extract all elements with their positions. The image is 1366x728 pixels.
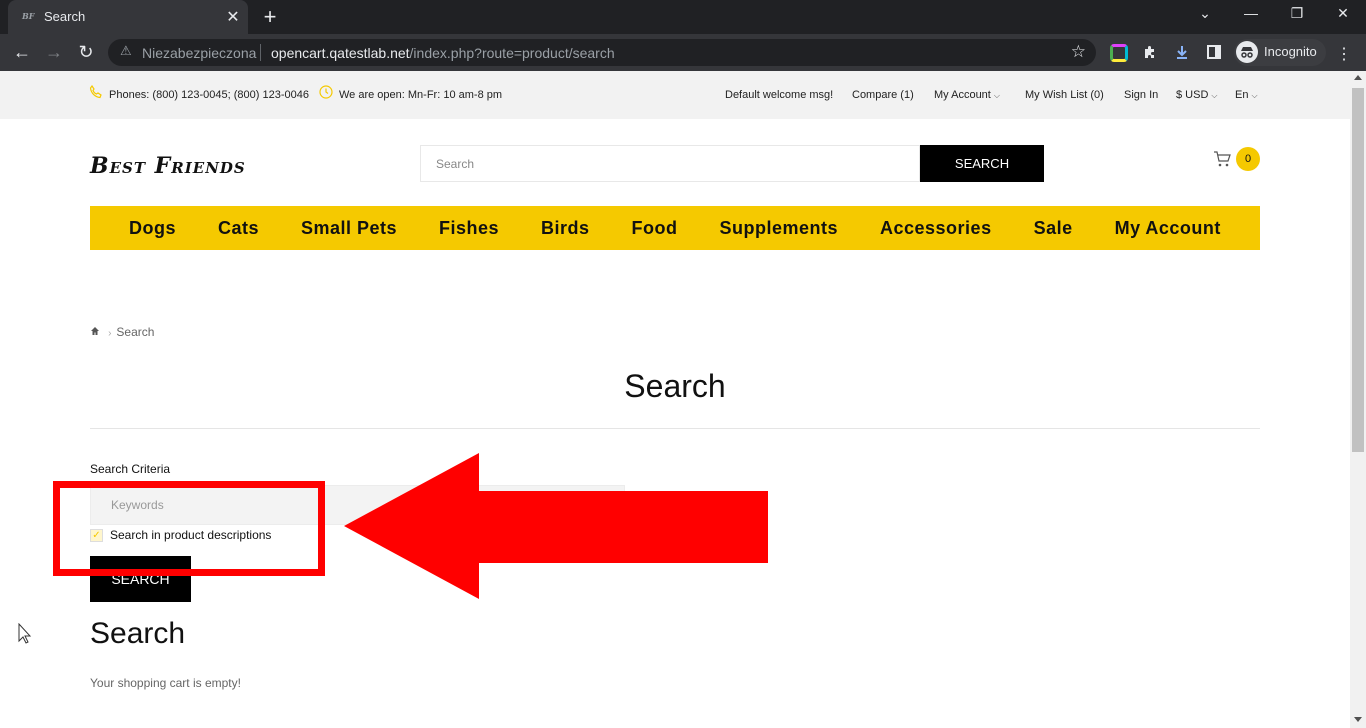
page-viewport: Phones: (800) 123-0045; (800) 123-0046 W… — [0, 71, 1350, 728]
search-criteria-label: Search Criteria — [90, 462, 171, 476]
incognito-label: Incognito — [1264, 44, 1317, 59]
phone-icon — [89, 84, 103, 102]
header-search-input[interactable] — [421, 146, 919, 181]
wishlist-link[interactable]: My Wish List (0) — [1025, 89, 1104, 101]
page-scrollbar[interactable] — [1350, 71, 1366, 728]
back-button[interactable]: ← — [10, 41, 34, 65]
restore-button[interactable]: ❐ — [1285, 5, 1309, 22]
scroll-up-icon[interactable] — [1354, 75, 1362, 80]
menu-item-food[interactable]: Food — [632, 218, 678, 239]
top-info-bar: Phones: (800) 123-0045; (800) 123-0046 W… — [0, 71, 1350, 119]
cart-icon[interactable] — [1213, 150, 1231, 173]
reload-button[interactable]: ↻ — [74, 41, 98, 65]
hours-text: We are open: Mn-Fr: 10 am-8 pm — [339, 89, 503, 101]
welcome-message: Default welcome msg! — [725, 89, 834, 101]
menu-item-my-account[interactable]: My Account — [1115, 218, 1221, 239]
browser-tab-strip: BF Search ✕ + ⌄ — ❐ ✕ — [0, 0, 1366, 34]
chevron-down-icon: ⌵ — [1251, 91, 1258, 100]
not-secure-icon[interactable]: ⚠ — [120, 43, 132, 59]
breadcrumb-current: Search — [116, 325, 155, 339]
home-icon[interactable] — [90, 327, 103, 339]
side-panel-icon[interactable] — [1205, 44, 1223, 62]
security-label[interactable]: Niezabezpieczona — [142, 45, 256, 61]
address-bar[interactable]: ⚠ Niezabezpieczona opencart.qatestlab.ne… — [108, 39, 1096, 66]
tab-title: Search — [44, 9, 86, 24]
sign-in-link[interactable]: Sign In — [1124, 89, 1158, 101]
menu-item-birds[interactable]: Birds — [541, 218, 590, 239]
mouse-cursor-icon — [18, 623, 32, 644]
currency-label: $ USD — [1176, 89, 1209, 101]
download-icon[interactable] — [1173, 44, 1191, 62]
menu-item-accessories[interactable]: Accessories — [880, 218, 992, 239]
annotation-highlight-box — [53, 481, 325, 576]
menu-item-fishes[interactable]: Fishes — [439, 218, 499, 239]
annotation-arrow-icon — [344, 453, 768, 599]
menu-item-small-pets[interactable]: Small Pets — [301, 218, 397, 239]
browser-menu-icon[interactable]: ⋮ — [1336, 44, 1352, 64]
language-dropdown[interactable]: En ⌵ — [1235, 89, 1258, 101]
close-window-button[interactable]: ✕ — [1331, 5, 1355, 22]
my-account-dropdown[interactable]: My Account ⌵ — [934, 89, 1000, 101]
site-logo[interactable]: Best Friends — [90, 153, 246, 179]
cart-empty-message: Your shopping cart is empty! — [90, 676, 241, 690]
forward-button[interactable]: → — [42, 41, 66, 65]
menu-item-dogs[interactable]: Dogs — [129, 218, 176, 239]
results-heading: Search — [90, 617, 186, 650]
browser-toolbar: ← → ↻ ⚠ Niezabezpieczona opencart.qatest… — [0, 34, 1366, 71]
breadcrumb: › Search — [90, 325, 154, 339]
my-account-label: My Account — [934, 89, 991, 101]
breadcrumb-separator-icon: › — [108, 328, 112, 339]
chevron-down-icon: ⌵ — [1211, 91, 1218, 100]
url-host: opencart.qatestlab.net — [271, 45, 410, 61]
scroll-down-icon[interactable] — [1354, 717, 1362, 722]
divider — [90, 428, 1260, 429]
clock-icon — [319, 85, 333, 102]
bookmark-star-icon[interactable]: ☆ — [1071, 42, 1086, 62]
browser-tab[interactable]: BF Search ✕ — [8, 0, 248, 34]
menu-item-cats[interactable]: Cats — [218, 218, 259, 239]
menu-item-sale[interactable]: Sale — [1034, 218, 1073, 239]
url-text[interactable]: opencart.qatestlab.net/index.php?route=p… — [271, 45, 615, 61]
site-favicon-icon: BF — [22, 11, 35, 21]
incognito-icon — [1236, 41, 1258, 63]
currency-dropdown[interactable]: $ USD ⌵ — [1176, 89, 1217, 101]
language-label: En — [1235, 89, 1249, 101]
minimize-button[interactable]: — — [1239, 5, 1263, 21]
header-search-box — [420, 145, 920, 182]
scrollbar-thumb[interactable] — [1352, 88, 1364, 452]
incognito-profile-button[interactable]: Incognito — [1234, 39, 1326, 66]
phones-text: Phones: (800) 123-0045; (800) 123-0046 — [109, 89, 309, 101]
puzzle-icon[interactable] — [1141, 44, 1159, 62]
menu-item-supplements[interactable]: Supplements — [719, 218, 838, 239]
new-tab-button[interactable]: + — [258, 4, 282, 30]
main-menu: Dogs Cats Small Pets Fishes Birds Food S… — [90, 206, 1260, 250]
tab-close-icon[interactable]: ✕ — [224, 7, 242, 27]
page-title: Search — [624, 368, 726, 404]
compare-link[interactable]: Compare (1) — [852, 89, 914, 101]
cart-count-badge[interactable]: 0 — [1236, 147, 1260, 171]
address-separator — [260, 44, 261, 61]
chevron-down-icon: ⌵ — [993, 91, 1000, 100]
color-extension-icon[interactable] — [1110, 44, 1128, 62]
header-search-button[interactable]: SEARCH — [920, 145, 1044, 182]
tab-search-icon[interactable]: ⌄ — [1193, 5, 1217, 22]
url-path: /index.php?route=product/search — [409, 45, 615, 61]
